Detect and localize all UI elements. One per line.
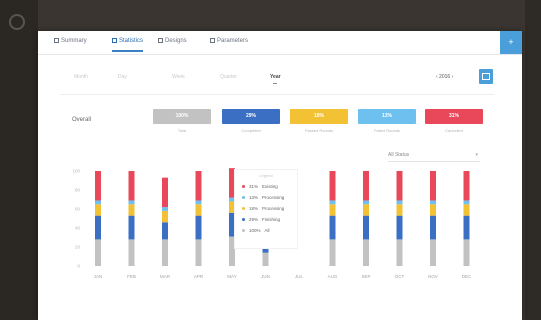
legend-value: 29% — [249, 217, 259, 222]
bar-segment-oct-4[interactable] — [396, 200, 403, 205]
y-tick-label: 0 — [77, 264, 80, 269]
x-tick-label: MAR — [160, 274, 171, 279]
bar-segment-oct-2[interactable] — [396, 215, 403, 240]
legend-value: 100% — [249, 228, 261, 233]
legend-value: 31% — [249, 184, 259, 189]
x-tick-label: JAN — [94, 274, 103, 279]
bar-segment-nov-1[interactable] — [430, 239, 436, 266]
bar-segment-feb-4[interactable] — [128, 200, 135, 205]
chart-legend: Legend 31% Existing 13% Processing 18% Proces… — [234, 169, 298, 249]
bar-segment-mar-1[interactable] — [162, 239, 168, 266]
bar-segment-sep-4[interactable] — [363, 200, 369, 205]
bar-segment-jun-1[interactable] — [262, 252, 269, 266]
bar-segment-mar-4[interactable] — [162, 207, 168, 211]
bar-segment-feb-2[interactable] — [128, 215, 135, 240]
y-tick-label: 80 — [75, 188, 81, 193]
x-tick-label: JUN — [261, 274, 270, 279]
legend-item: 31% Existing — [242, 184, 278, 189]
x-tick-label: SEP — [361, 274, 370, 279]
legend-swatch — [242, 196, 245, 199]
legend-item: 29% Finishing — [242, 217, 280, 222]
x-tick-label: FEB — [127, 274, 136, 279]
legend-swatch — [242, 218, 245, 221]
bar-segment-sep-1[interactable] — [363, 239, 369, 266]
y-tick-label: 20 — [75, 245, 81, 250]
bar-segment-feb-1[interactable] — [128, 239, 135, 266]
bar-segment-aug-1[interactable] — [329, 239, 336, 266]
bar-segment-feb-5[interactable] — [128, 171, 135, 201]
bar-segment-dec-3[interactable] — [463, 204, 470, 216]
bar-segment-nov-2[interactable] — [430, 215, 436, 240]
bar-segment-apr-1[interactable] — [195, 239, 202, 266]
right-panel — [525, 0, 541, 320]
bar-segment-oct-5[interactable] — [396, 171, 403, 201]
bar-segment-apr-2[interactable] — [195, 215, 202, 240]
bar-segment-jan-4[interactable] — [95, 200, 101, 205]
legend-swatch — [242, 185, 245, 188]
legend-item: 100% All — [242, 228, 270, 233]
bar-segment-mar-2[interactable] — [162, 222, 168, 240]
bar-segment-sep-2[interactable] — [363, 215, 369, 240]
legend-title: Legend — [259, 173, 273, 178]
y-tick-label: 40 — [75, 226, 81, 231]
left-panel — [0, 0, 38, 320]
x-tick-label: APR — [194, 274, 204, 279]
x-tick-label: MAY — [227, 274, 236, 279]
legend-label: All — [264, 228, 270, 233]
bar-segment-oct-3[interactable] — [396, 204, 403, 216]
bar-segment-jan-2[interactable] — [95, 215, 101, 240]
bar-segment-aug-2[interactable] — [329, 215, 336, 240]
legend-swatch — [242, 207, 245, 210]
bar-segment-apr-5[interactable] — [195, 171, 202, 201]
app-logo-icon — [9, 14, 25, 30]
bar-segment-aug-4[interactable] — [329, 200, 336, 205]
legend-label: Existing — [262, 184, 278, 189]
bar-segment-dec-1[interactable] — [463, 239, 470, 266]
bar-segment-mar-3[interactable] — [162, 210, 168, 223]
bar-segment-jan-1[interactable] — [95, 239, 101, 266]
legend-item: 18% Processing — [242, 206, 284, 211]
bar-segment-jan-5[interactable] — [95, 171, 101, 201]
bar-segment-nov-4[interactable] — [430, 200, 436, 205]
bar-segment-sep-5[interactable] — [363, 171, 369, 201]
x-tick-label: JUL — [295, 274, 303, 279]
bar-segment-apr-4[interactable] — [195, 200, 202, 205]
x-tick-label: NOV — [428, 274, 438, 279]
bar-segment-apr-3[interactable] — [195, 204, 202, 216]
bar-segment-mar-5[interactable] — [162, 177, 168, 208]
y-tick-label: 60 — [75, 207, 81, 212]
bar-segment-aug-5[interactable] — [329, 171, 336, 201]
statistics-window: Summary Statistics Designs Parameters + … — [38, 31, 522, 320]
bar-segment-dec-2[interactable] — [463, 215, 470, 240]
bar-segment-dec-4[interactable] — [463, 200, 470, 205]
legend-swatch — [242, 229, 245, 232]
x-tick-label: DEC — [462, 274, 472, 279]
bar-segment-sep-3[interactable] — [363, 204, 369, 216]
legend-item: 13% Processing — [242, 195, 284, 200]
legend-value: 18% — [249, 206, 259, 211]
legend-label: Finishing — [262, 217, 281, 222]
bar-segment-dec-5[interactable] — [463, 171, 470, 201]
bar-segment-nov-3[interactable] — [430, 204, 436, 216]
legend-value: 13% — [249, 195, 259, 200]
x-tick-label: AUG — [328, 274, 338, 279]
y-tick-label: 100 — [72, 169, 80, 174]
legend-label: Processing — [262, 195, 285, 200]
bar-segment-jan-3[interactable] — [95, 204, 101, 216]
bar-segment-nov-5[interactable] — [430, 171, 436, 201]
bar-segment-aug-3[interactable] — [329, 204, 336, 216]
legend-label: Processing — [262, 206, 285, 211]
x-tick-label: OCT — [395, 274, 405, 279]
bar-segment-feb-3[interactable] — [128, 204, 135, 216]
bar-segment-oct-1[interactable] — [396, 239, 403, 266]
